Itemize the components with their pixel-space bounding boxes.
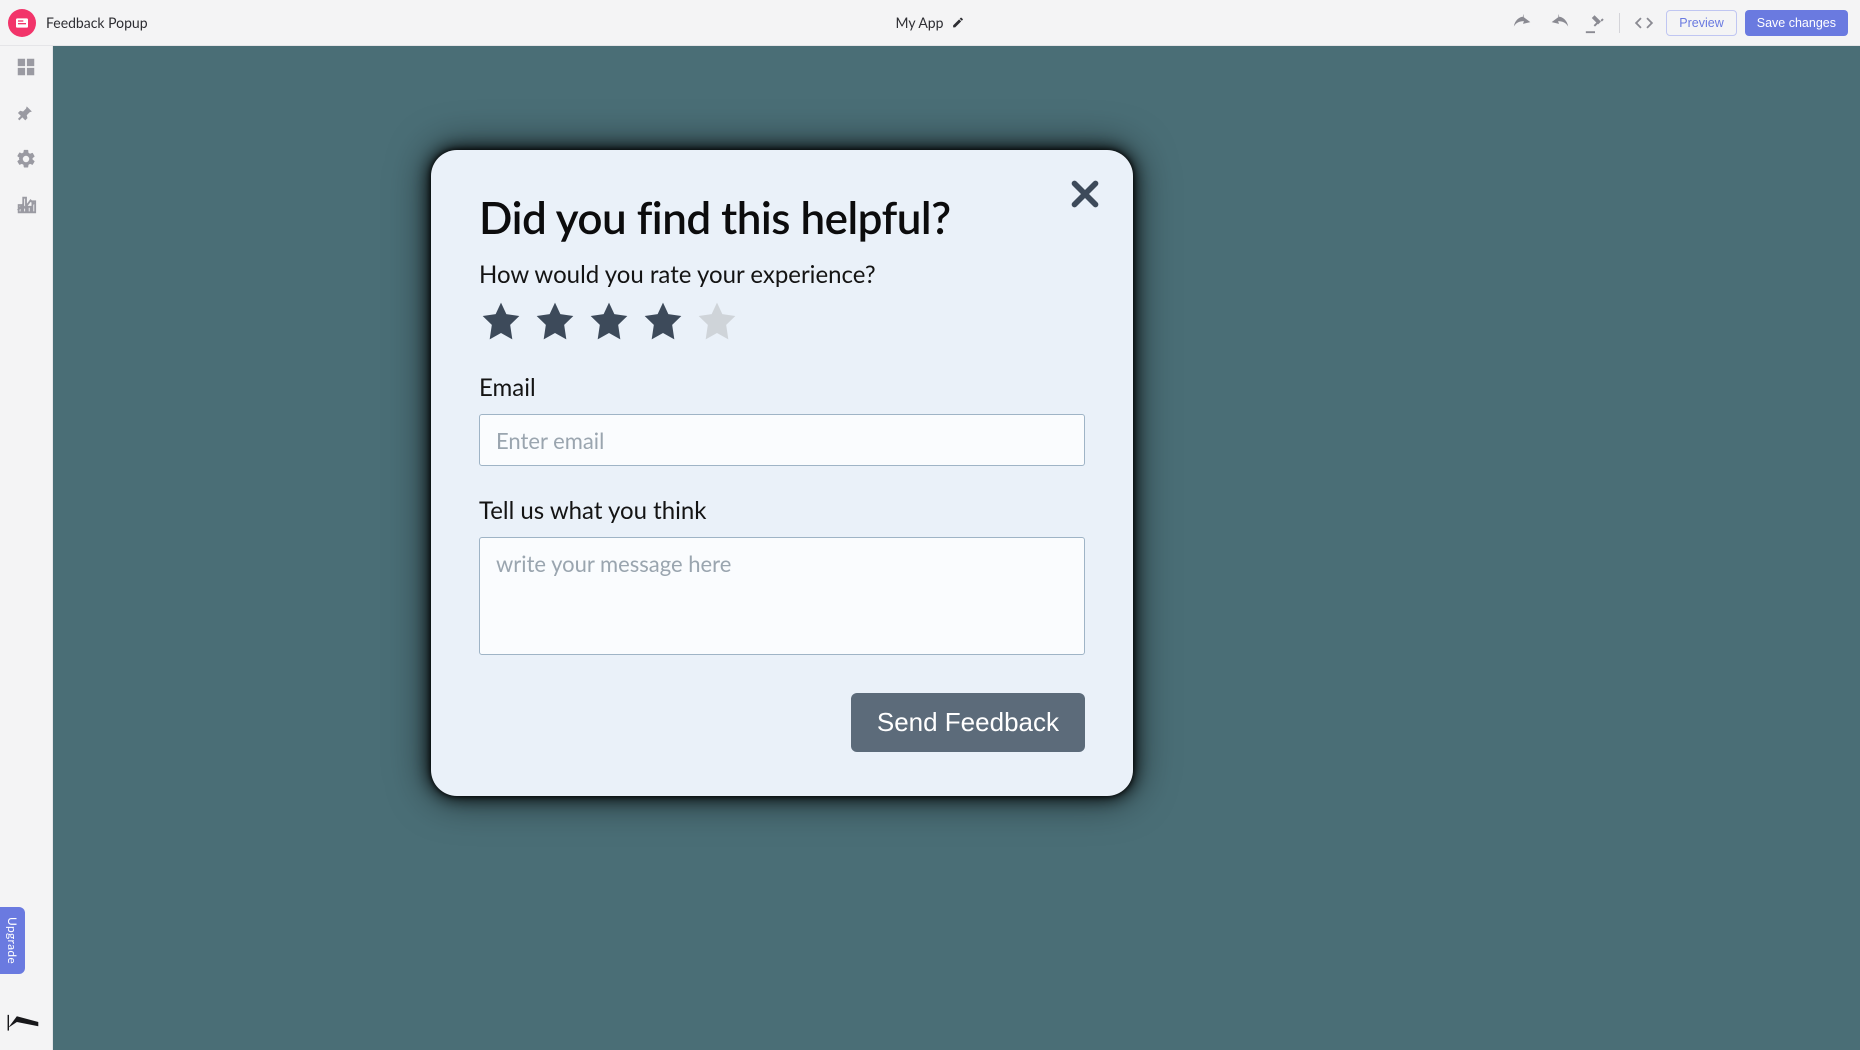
chart-icon[interactable] (15, 194, 37, 216)
send-feedback-button[interactable]: Send Feedback (851, 693, 1085, 752)
email-label: Email (479, 373, 1085, 402)
gavel-button[interactable] (1581, 9, 1609, 37)
left-sidebar: Upgrade (0, 46, 53, 1050)
popup-title: Did you find this helpful? (479, 192, 1085, 244)
upgrade-button[interactable]: Upgrade (0, 907, 25, 974)
page-name: Feedback Popup (46, 14, 148, 31)
undo-button[interactable] (1509, 9, 1537, 37)
close-icon[interactable] (1067, 176, 1103, 212)
preview-button[interactable]: Preview (1666, 10, 1736, 36)
app-logo[interactable] (8, 9, 36, 37)
code-button[interactable] (1630, 9, 1658, 37)
feedback-popup: Did you find this helpful? How would you… (431, 150, 1133, 796)
star-icon[interactable] (695, 299, 739, 343)
pin-icon[interactable] (15, 102, 37, 124)
app-title: My App (896, 14, 944, 31)
corner-flag-icon (6, 1012, 42, 1032)
pencil-icon (951, 16, 964, 29)
redo-button[interactable] (1545, 9, 1573, 37)
rating-stars (479, 299, 1085, 343)
gear-icon[interactable] (15, 148, 37, 170)
star-icon[interactable] (479, 299, 523, 343)
app-title-group[interactable]: My App (896, 14, 965, 31)
toolbar-divider (1619, 13, 1620, 33)
message-label: Tell us what you think (479, 496, 1085, 525)
grid-icon[interactable] (15, 56, 37, 78)
save-changes-button[interactable]: Save changes (1745, 10, 1848, 36)
editor-canvas[interactable]: Did you find this helpful? How would you… (53, 46, 1860, 1050)
top-header: Feedback Popup My App Preview Save chang… (0, 0, 1860, 46)
star-icon[interactable] (533, 299, 577, 343)
email-field[interactable] (479, 414, 1085, 466)
popup-subtitle: How would you rate your experience? (479, 260, 1085, 289)
star-icon[interactable] (587, 299, 631, 343)
star-icon[interactable] (641, 299, 685, 343)
message-field[interactable] (479, 537, 1085, 655)
